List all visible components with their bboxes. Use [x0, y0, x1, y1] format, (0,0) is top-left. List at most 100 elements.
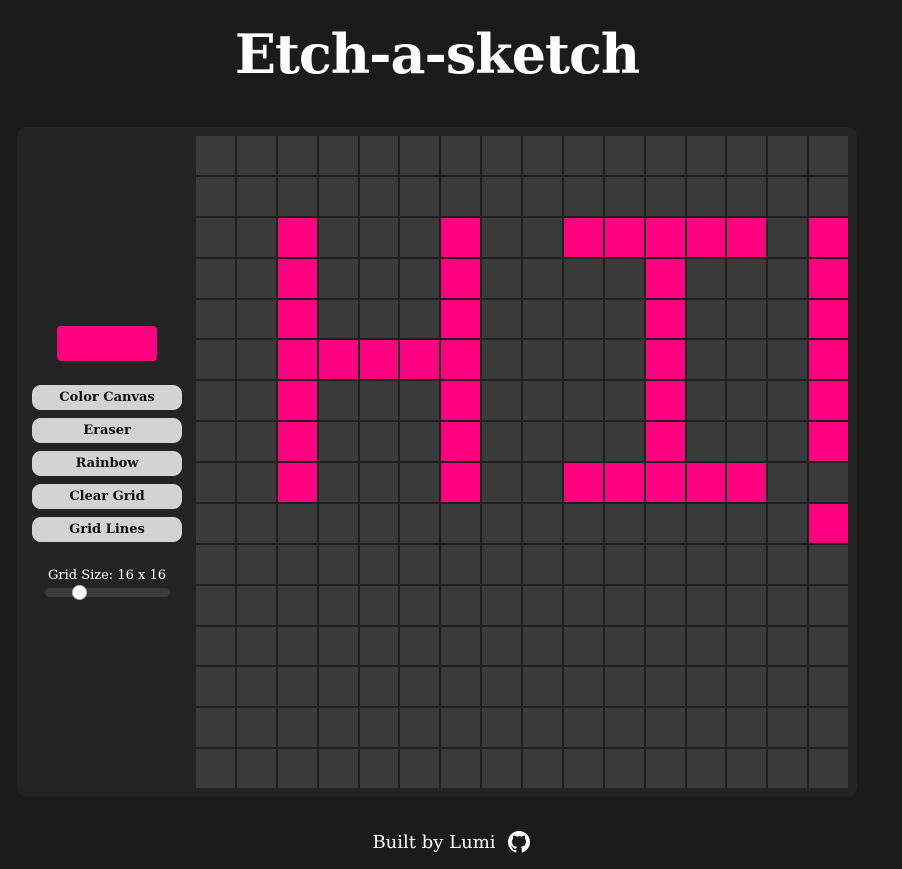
- grid-cell[interactable]: [604, 340, 644, 380]
- grid-cell[interactable]: [400, 176, 440, 216]
- grid-cell[interactable]: [482, 422, 521, 461]
- grid-cell[interactable]: [196, 585, 235, 625]
- grid-cell[interactable]: [236, 176, 276, 216]
- grid-cell[interactable]: [236, 626, 276, 666]
- github-icon[interactable]: [507, 831, 530, 853]
- grid-cell[interactable]: [727, 299, 767, 339]
- grid-cell[interactable]: [277, 422, 317, 461]
- grid-cell[interactable]: [400, 667, 440, 707]
- grid-cell[interactable]: [686, 299, 726, 339]
- grid-cell[interactable]: [359, 217, 399, 257]
- grid-cell[interactable]: [359, 585, 399, 625]
- grid-cell[interactable]: [523, 176, 562, 216]
- grid-cell[interactable]: [482, 176, 521, 216]
- grid-cell[interactable]: [236, 708, 276, 748]
- grid-cell[interactable]: [277, 708, 317, 748]
- grid-cell[interactable]: [523, 217, 562, 257]
- grid-cell[interactable]: [645, 585, 685, 625]
- grid-cell[interactable]: [359, 503, 399, 543]
- grid-cell[interactable]: [482, 503, 521, 543]
- grid-cell[interactable]: [318, 299, 358, 339]
- grid-cell[interactable]: [563, 258, 603, 298]
- grid-cell[interactable]: [441, 544, 481, 584]
- grid-cell[interactable]: [768, 544, 808, 584]
- grid-cell[interactable]: [318, 176, 358, 216]
- grid-cell[interactable]: [809, 626, 848, 666]
- grid-cell[interactable]: [400, 503, 440, 543]
- grid-cell[interactable]: [277, 463, 317, 502]
- grid-cell[interactable]: [400, 585, 440, 625]
- grid-cell[interactable]: [563, 299, 603, 339]
- grid-cell[interactable]: [359, 544, 399, 584]
- grid-cell[interactable]: [482, 258, 521, 298]
- grid-cell[interactable]: [236, 422, 276, 461]
- grid-cell[interactable]: [727, 544, 767, 584]
- grid-cell[interactable]: [196, 176, 235, 216]
- grid-cell[interactable]: [809, 463, 848, 502]
- grid-cell[interactable]: [727, 667, 767, 707]
- grid-cell[interactable]: [236, 749, 276, 788]
- grid-cell[interactable]: [645, 299, 685, 339]
- grid-cell[interactable]: [482, 626, 521, 666]
- grid-cell[interactable]: [604, 299, 644, 339]
- grid-cell[interactable]: [604, 544, 644, 584]
- grid-cell[interactable]: [359, 667, 399, 707]
- grid-cell[interactable]: [196, 503, 235, 543]
- grid-cell[interactable]: [523, 503, 562, 543]
- grid-cell[interactable]: [523, 708, 562, 748]
- grid-cell[interactable]: [809, 503, 848, 543]
- grid-cell[interactable]: [359, 176, 399, 216]
- grid-cell[interactable]: [523, 749, 562, 788]
- grid-cell[interactable]: [768, 503, 808, 543]
- grid-cell[interactable]: [686, 667, 726, 707]
- grid-cell[interactable]: [482, 299, 521, 339]
- grid-cell[interactable]: [768, 749, 808, 788]
- grid-cell[interactable]: [400, 340, 440, 380]
- grid-cell[interactable]: [523, 544, 562, 584]
- grid-cell[interactable]: [400, 299, 440, 339]
- grid-cell[interactable]: [441, 585, 481, 625]
- grid-cell[interactable]: [441, 749, 481, 788]
- grid-cell[interactable]: [277, 217, 317, 257]
- grid-cell[interactable]: [318, 258, 358, 298]
- grid-cell[interactable]: [645, 708, 685, 748]
- grid-cell[interactable]: [318, 544, 358, 584]
- eraser-button[interactable]: Eraser: [32, 418, 182, 443]
- grid-cell[interactable]: [523, 585, 562, 625]
- grid-cell[interactable]: [727, 749, 767, 788]
- grid-cell[interactable]: [645, 217, 685, 257]
- grid-cell[interactable]: [318, 667, 358, 707]
- grid-cell[interactable]: [236, 667, 276, 707]
- grid-cell[interactable]: [482, 136, 521, 175]
- grid-cell[interactable]: [809, 176, 848, 216]
- grid-cell[interactable]: [727, 422, 767, 461]
- grid-cell[interactable]: [686, 217, 726, 257]
- grid-cell[interactable]: [400, 422, 440, 461]
- grid-cell[interactable]: [604, 381, 644, 421]
- grid-cell[interactable]: [563, 340, 603, 380]
- grid-cell[interactable]: [563, 217, 603, 257]
- grid-cell[interactable]: [768, 299, 808, 339]
- grid-cell[interactable]: [645, 381, 685, 421]
- grid-cell[interactable]: [482, 544, 521, 584]
- grid-cell[interactable]: [277, 749, 317, 788]
- grid-cell[interactable]: [523, 381, 562, 421]
- grid-cell[interactable]: [318, 626, 358, 666]
- grid-cell[interactable]: [318, 381, 358, 421]
- grid-cell[interactable]: [236, 463, 276, 502]
- grid-cell[interactable]: [727, 176, 767, 216]
- grid-cell[interactable]: [441, 217, 481, 257]
- grid-cell[interactable]: [604, 422, 644, 461]
- grid-cell[interactable]: [441, 176, 481, 216]
- grid-size-slider[interactable]: [45, 585, 170, 600]
- grid-cell[interactable]: [482, 585, 521, 625]
- grid-cell[interactable]: [686, 626, 726, 666]
- grid-cell[interactable]: [196, 136, 235, 175]
- grid-cell[interactable]: [400, 463, 440, 502]
- grid-cell[interactable]: [686, 422, 726, 461]
- grid-cell[interactable]: [809, 708, 848, 748]
- grid-cell[interactable]: [523, 463, 562, 502]
- grid-cell[interactable]: [400, 749, 440, 788]
- grid-cell[interactable]: [645, 544, 685, 584]
- grid-cell[interactable]: [359, 749, 399, 788]
